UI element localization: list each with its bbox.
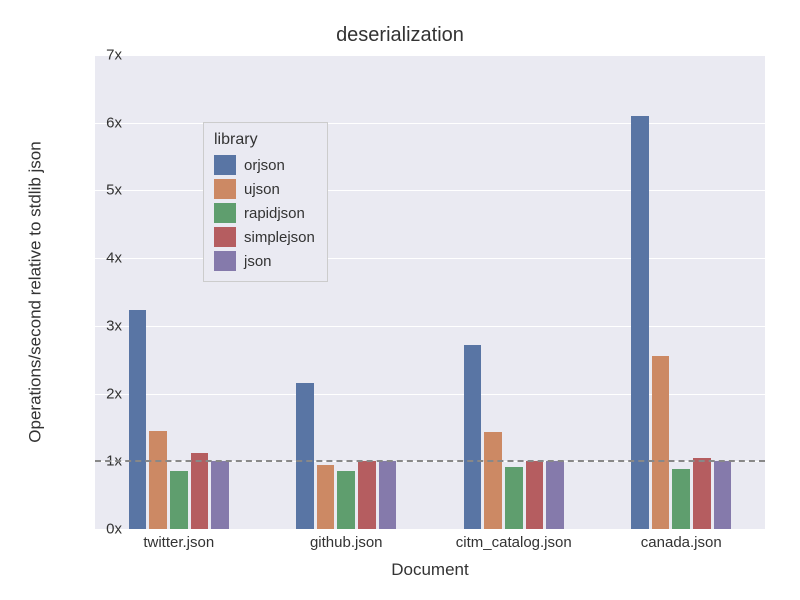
baseline-1x <box>95 460 765 462</box>
bar-ujson <box>652 356 670 529</box>
x-tick-label: github.json <box>310 534 383 551</box>
chart-container: deserialization Operations/second relati… <box>0 0 800 600</box>
gridline <box>95 529 765 530</box>
legend-swatch <box>214 251 236 271</box>
bar-json <box>211 461 229 529</box>
bar-json <box>714 461 732 529</box>
plot-area: library orjson ujson rapidjson simplejson js… <box>95 55 765 529</box>
legend-item-orjson: orjson <box>214 153 315 177</box>
bar-simplejson <box>191 453 209 529</box>
x-axis-label: Document <box>95 560 765 580</box>
y-tick-label: 2x <box>82 385 122 402</box>
bar-rapidjson <box>505 467 523 529</box>
bar-rapidjson <box>337 471 355 529</box>
bar-json <box>546 461 564 529</box>
legend: library orjson ujson rapidjson simplejson js… <box>203 122 328 282</box>
legend-label: orjson <box>244 157 285 174</box>
legend-label: rapidjson <box>244 205 305 222</box>
legend-item-json: json <box>214 249 315 273</box>
legend-item-rapidjson: rapidjson <box>214 201 315 225</box>
x-tick-label: canada.json <box>641 534 722 551</box>
y-tick-label: 6x <box>82 114 122 131</box>
bar-orjson <box>631 116 649 529</box>
bar-ujson <box>149 431 167 529</box>
bar-json <box>379 461 397 529</box>
legend-item-simplejson: simplejson <box>214 225 315 249</box>
bar-orjson <box>464 345 482 529</box>
legend-label: json <box>244 253 272 270</box>
bar-orjson <box>129 310 147 529</box>
chart-title: deserialization <box>0 24 800 47</box>
x-tick-label: twitter.json <box>143 534 214 551</box>
legend-swatch <box>214 179 236 199</box>
bar-simplejson <box>526 461 544 529</box>
legend-label: ujson <box>244 181 280 198</box>
legend-swatch <box>214 227 236 247</box>
legend-swatch <box>214 203 236 223</box>
legend-item-ujson: ujson <box>214 177 315 201</box>
bar-ujson <box>484 432 502 529</box>
y-tick-label: 4x <box>82 250 122 267</box>
bar-rapidjson <box>672 469 690 529</box>
legend-swatch <box>214 155 236 175</box>
y-tick-label: 0x <box>82 521 122 538</box>
bar-orjson <box>296 383 314 529</box>
bar-ujson <box>317 465 335 529</box>
x-tick-label: citm_catalog.json <box>456 534 572 551</box>
legend-label: simplejson <box>244 229 315 246</box>
bar-rapidjson <box>170 471 188 529</box>
bar-simplejson <box>358 461 376 529</box>
y-axis-label: Operations/second relative to stdlib jso… <box>26 55 46 529</box>
bars-group <box>95 55 765 529</box>
bar-simplejson <box>693 458 711 529</box>
y-tick-label: 7x <box>82 47 122 64</box>
y-tick-label: 5x <box>82 182 122 199</box>
legend-title: library <box>214 131 315 149</box>
y-tick-label: 3x <box>82 317 122 334</box>
